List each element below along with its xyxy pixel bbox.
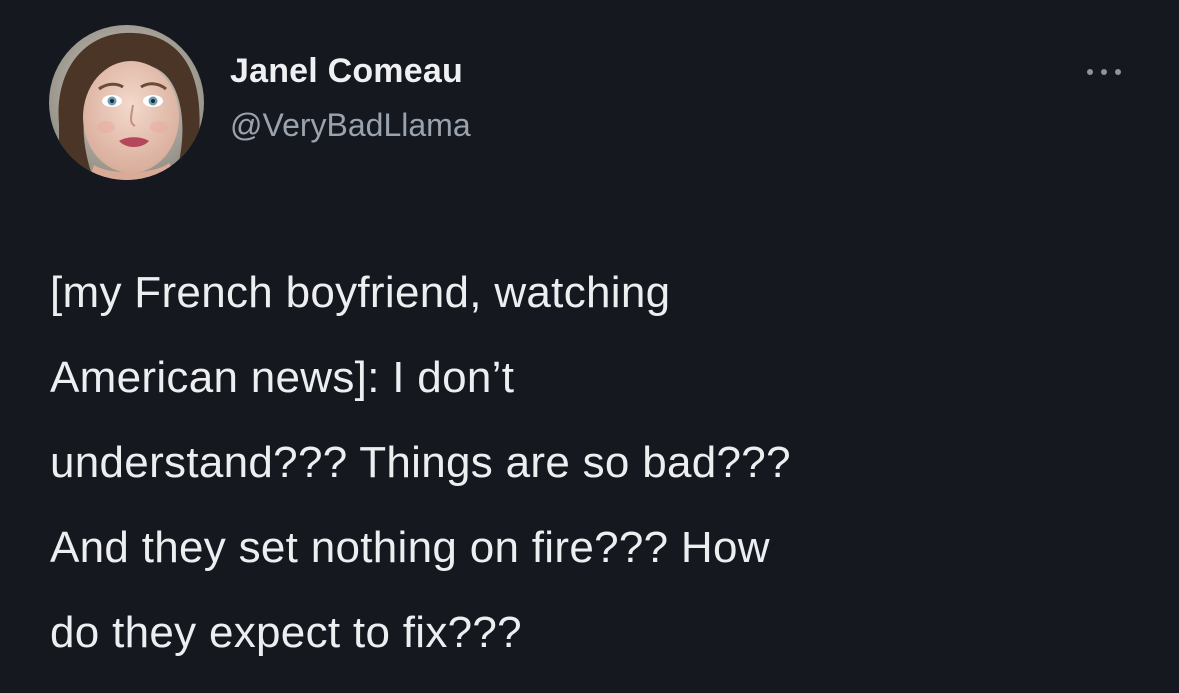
author-avatar[interactable] xyxy=(49,25,204,180)
tweet-text-line: understand??? Things are so bad??? xyxy=(50,438,791,487)
tweet-text-line: [my French boyfriend, watching xyxy=(50,268,671,317)
more-options-icon xyxy=(1087,69,1121,75)
tweet-card: Janel Comeau @VeryBadLlama [my French bo… xyxy=(0,0,1179,693)
avatar-image xyxy=(49,25,204,180)
author-display-name[interactable]: Janel Comeau xyxy=(230,52,463,91)
tweet-text-line: American news]: I don’t xyxy=(50,353,515,402)
tweet-text-line: do they expect to fix??? xyxy=(50,608,522,657)
more-options-button[interactable] xyxy=(1082,60,1126,84)
author-handle[interactable]: @VeryBadLlama xyxy=(230,107,471,144)
tweet-text-line: And they set nothing on fire??? How xyxy=(50,523,770,572)
tweet-text: [my French boyfriend, watching American … xyxy=(50,250,1140,675)
